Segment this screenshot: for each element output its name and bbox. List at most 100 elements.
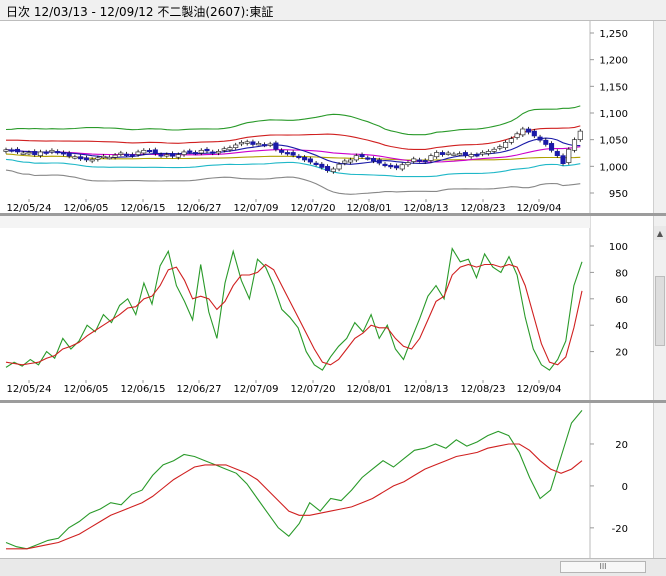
- x-tick-label: 12/08/13: [404, 203, 449, 213]
- candle-body: [491, 148, 497, 152]
- date-strip: [0, 216, 590, 228]
- y-tick-label: 1,150: [599, 82, 628, 93]
- candle-body: [434, 152, 440, 158]
- candle-body: [503, 141, 509, 149]
- candle-body: [141, 149, 147, 154]
- candle-body: [43, 151, 49, 154]
- candle-body: [480, 152, 486, 155]
- candle-body: [462, 152, 468, 157]
- y-tick-label: -20: [612, 524, 628, 535]
- x-tick-label: 12/07/20: [291, 384, 336, 395]
- candle-body: [14, 148, 21, 153]
- plot-area: [0, 21, 590, 213]
- candle-body: [514, 133, 520, 138]
- candle-body: [577, 130, 583, 141]
- candle-body: [393, 165, 400, 169]
- stochastics-panel: 100 80 60 40 20 12/05/24 12/06/05 12/06/15 12/06…: [0, 216, 666, 400]
- candle-body: [359, 154, 365, 158]
- candle-body: [89, 159, 95, 162]
- candle-body: [175, 154, 181, 158]
- candle-body: [227, 147, 233, 151]
- x-tick-label: 12/07/09: [234, 384, 279, 395]
- x-tick-label: 12/08/23: [461, 384, 506, 395]
- candle-body: [244, 141, 250, 144]
- candle-body: [445, 152, 451, 155]
- plot-area: [0, 403, 590, 558]
- candle-body: [284, 152, 290, 155]
- x-tick-label: 12/09/04: [517, 384, 562, 395]
- candle-body: [439, 152, 445, 155]
- y-tick-label: 1,250: [599, 29, 628, 40]
- candle-body: [571, 139, 578, 151]
- horizontal-scroll-thumb[interactable]: III: [560, 561, 646, 573]
- candle-body: [342, 160, 348, 164]
- candle-body: [233, 144, 239, 149]
- candle-body: [405, 162, 411, 166]
- candle-body: [187, 150, 193, 153]
- stochastics-panel-scrollbar[interactable]: ▲: [653, 216, 666, 400]
- candle-body: [290, 152, 296, 156]
- x-tick-label: 12/05/24: [7, 203, 52, 213]
- macd-panel-scrollbar[interactable]: [653, 403, 666, 558]
- candle-body: [20, 152, 26, 155]
- candle-body: [531, 130, 537, 137]
- candle-body: [560, 155, 566, 165]
- y-tick-label: 60: [615, 295, 628, 306]
- candle-body: [508, 138, 514, 143]
- candle-body: [330, 168, 336, 173]
- y-tick-label: 1,100: [599, 109, 628, 120]
- candle-body: [428, 155, 434, 161]
- candle-body: [78, 156, 84, 160]
- y-tick-label: 950: [609, 189, 628, 200]
- chart-title: 日次 12/03/13 - 12/09/12 不二製油(2607):東証: [6, 5, 274, 19]
- y-tick-label: 1,200: [599, 56, 628, 67]
- price-panel-scrollbar[interactable]: [653, 21, 666, 213]
- candle-body: [250, 141, 256, 145]
- candle-body: [101, 155, 107, 159]
- candle-body: [422, 160, 428, 163]
- scroll-up-icon[interactable]: ▲: [654, 226, 666, 240]
- candle-body: [474, 154, 480, 157]
- candle-body: [158, 154, 164, 157]
- candle-body: [537, 136, 543, 141]
- candle-body: [210, 151, 216, 154]
- candle-body: [261, 144, 267, 147]
- macd-panel: 20 0 -20: [0, 403, 666, 558]
- horizontal-scrollbar[interactable]: III: [0, 558, 666, 576]
- plot-area: [0, 216, 590, 400]
- x-tick-label: 12/08/01: [347, 384, 392, 395]
- macd-chart: 20 0 -20: [0, 403, 628, 558]
- y-tick-label: 0: [622, 482, 628, 493]
- candle-body: [106, 156, 112, 160]
- y-tick-label: 40: [615, 321, 628, 332]
- candle-body: [336, 163, 342, 170]
- x-tick-label: 12/06/05: [64, 384, 109, 395]
- candle-body: [267, 143, 273, 146]
- x-tick-label: 12/06/27: [177, 384, 222, 395]
- candle-body: [60, 152, 66, 155]
- candle-body: [221, 148, 227, 151]
- candle-body: [124, 153, 130, 156]
- candle-body: [181, 151, 187, 155]
- x-tick-label: 12/09/04: [517, 203, 562, 213]
- candle-body: [526, 128, 532, 133]
- candle-body: [9, 149, 15, 152]
- y-tick-label: 1,050: [599, 136, 628, 147]
- candle-body: [3, 149, 9, 152]
- scroll-thumb[interactable]: [655, 276, 665, 346]
- candle-body: [256, 143, 262, 146]
- candle-body: [353, 155, 359, 161]
- candle-body: [468, 154, 474, 158]
- candle-body: [388, 164, 394, 168]
- x-tick-label: 12/06/15: [121, 384, 166, 395]
- candle-body: [319, 163, 325, 168]
- candle-body: [37, 151, 44, 157]
- y-tick-label: 20: [615, 348, 628, 359]
- x-tick-label: 12/06/27: [177, 203, 222, 213]
- candle-body: [238, 141, 244, 145]
- candle-body: [548, 143, 555, 151]
- x-tick-label: 12/08/01: [347, 203, 392, 213]
- candle-body: [296, 155, 302, 159]
- y-tick-label: 20: [615, 440, 628, 451]
- title-bar: 日次 12/03/13 - 12/09/12 不二製油(2607):東証: [0, 0, 666, 21]
